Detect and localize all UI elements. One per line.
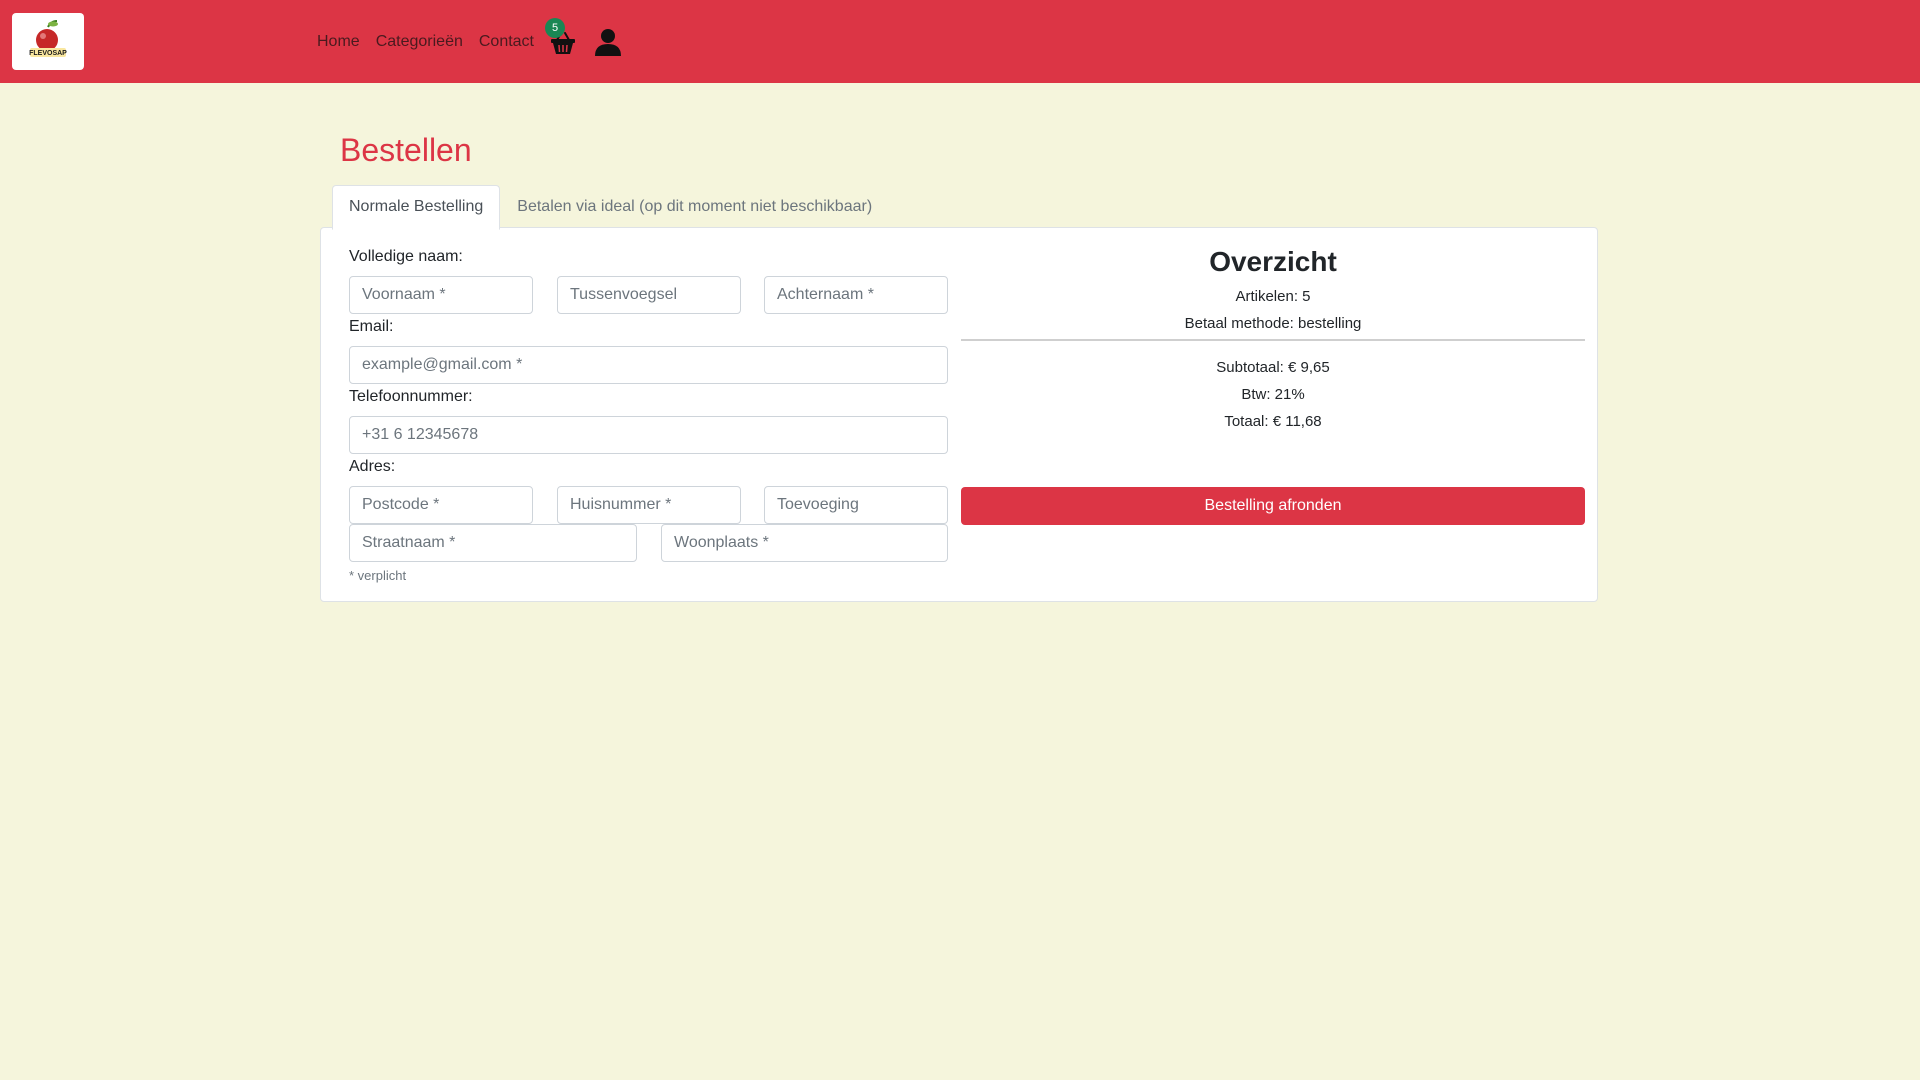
subtotal-value: Subtotaal: € 9,65 <box>1216 359 1330 376</box>
top-navbar: FLEVOSAP Home Categorieën Contact 5 <box>0 0 1920 83</box>
nav-home-link[interactable]: Home <box>317 33 360 51</box>
house-number-field[interactable] <box>557 486 741 524</box>
email-field[interactable] <box>349 346 948 384</box>
postcode-field[interactable] <box>349 486 533 524</box>
addition-field[interactable] <box>764 486 948 524</box>
street-field[interactable] <box>349 524 637 562</box>
overview-divider <box>961 339 1585 341</box>
required-note: * verplicht <box>349 568 407 583</box>
articles-count: Artikelen: 5 <box>1235 288 1311 305</box>
nav-categories-link[interactable]: Categorieën <box>376 33 463 51</box>
user-icon <box>595 28 621 56</box>
cart-button[interactable]: 5 <box>545 17 576 57</box>
nav-contact-link[interactable]: Contact <box>479 33 534 51</box>
main-nav: Home Categorieën Contact 5 <box>317 0 622 83</box>
svg-text:FLEVOSAP: FLEVOSAP <box>29 50 67 57</box>
site-logo[interactable]: FLEVOSAP <box>12 13 84 70</box>
complete-order-button[interactable]: Bestelling afronden <box>961 487 1585 525</box>
phone-field[interactable] <box>349 416 948 454</box>
full-name-label: Volledige naam: <box>349 248 463 265</box>
tab-normal-order[interactable]: Normale Bestelling <box>332 185 501 230</box>
payment-method: Betaal methode: bestelling <box>1184 315 1362 332</box>
overview-title: Overzicht <box>1209 246 1337 277</box>
middle-name-field[interactable] <box>557 276 741 314</box>
page-title: Bestellen <box>340 132 472 168</box>
payment-tabs: Normale Bestelling Betalen via ideal (op… <box>332 185 889 230</box>
account-button[interactable] <box>594 27 622 57</box>
tab-ideal-payment[interactable]: Betalen via ideal (op dit moment niet be… <box>500 185 889 229</box>
vat-value: Btw: 21% <box>1241 386 1305 403</box>
email-label: Email: <box>349 318 394 335</box>
cart-count-badge: 5 <box>545 17 565 38</box>
city-field[interactable] <box>661 524 948 562</box>
order-card: Volledige naam: Email: Telefoonnummer: A… <box>320 227 1598 602</box>
total-value: Totaal: € 11,68 <box>1224 413 1322 430</box>
first-name-field[interactable] <box>349 276 533 314</box>
phone-label: Telefoonnummer: <box>349 388 473 405</box>
last-name-field[interactable] <box>764 276 948 314</box>
apple-logo-icon: FLEVOSAP <box>29 20 67 57</box>
address-label: Adres: <box>349 458 396 475</box>
